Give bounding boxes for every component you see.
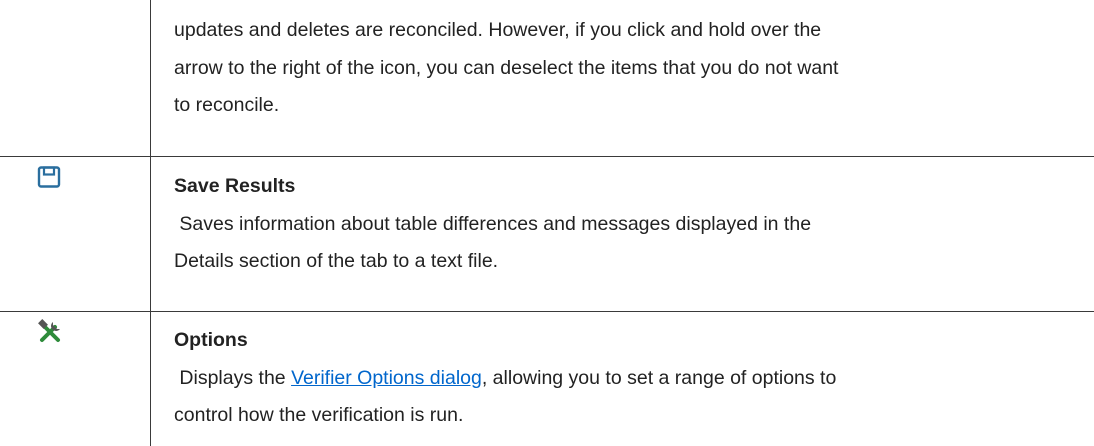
description-line: Details section of the tab to a text fil… — [174, 250, 499, 272]
description-text: Displays the — [174, 366, 292, 389]
row-divider — [0, 311, 1094, 312]
tools-icon — [36, 318, 64, 352]
description-line: Saves information about table difference… — [174, 212, 812, 235]
description-line: updates and deletes are reconciled. Howe… — [174, 19, 822, 41]
description-line: arrow to the right of the icon, you can … — [174, 56, 839, 79]
column-divider — [150, 0, 151, 446]
row-divider — [0, 156, 1094, 157]
description-line: control how the verification is run. — [174, 404, 464, 426]
commands-table: updates and deletes are reconciled. Howe… — [0, 0, 1094, 446]
verifier-options-link[interactable]: Verifier Options dialog — [291, 367, 482, 389]
reconcile-description: updates and deletes are reconciled. Howe… — [174, 12, 1074, 125]
options-description: Options Displays the Verifier Options di… — [174, 322, 1074, 435]
description-line: Displays the Verifier Options dialog, al… — [174, 360, 1074, 398]
options-title: Options — [174, 329, 248, 351]
description-line: to reconcile. — [174, 94, 280, 116]
description-text: , allowing you to set a range of options… — [481, 366, 837, 389]
save-results-title: Save Results — [174, 175, 296, 197]
save-results-description: Save Results Saves information about tab… — [174, 168, 1074, 281]
save-icon — [37, 166, 61, 194]
